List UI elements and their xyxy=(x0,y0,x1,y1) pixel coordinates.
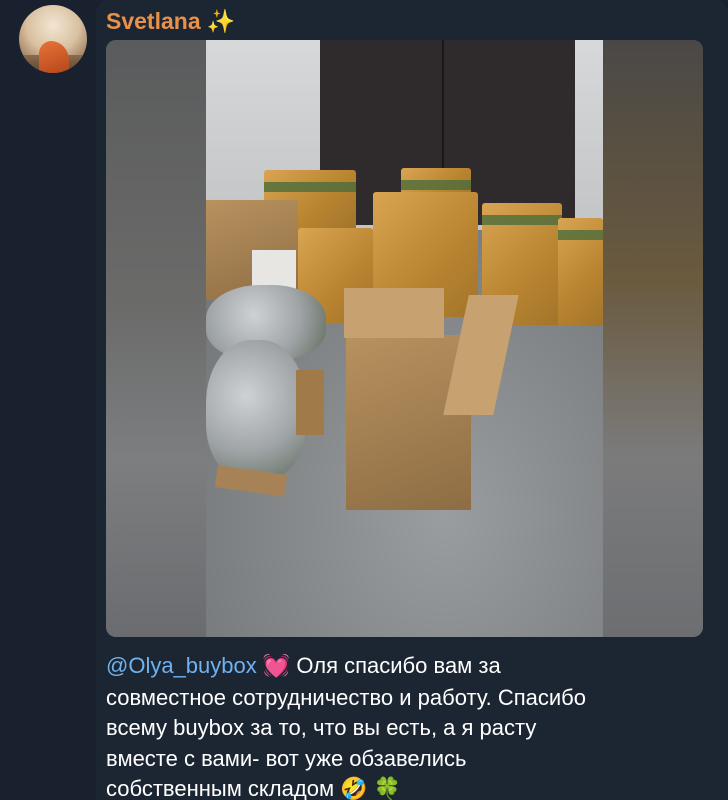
sparkles-icon: ✨ xyxy=(206,9,236,35)
avatar[interactable] xyxy=(19,5,87,73)
clover-icon: 🍀 xyxy=(373,777,402,800)
message-text: @Olya_buybox 💓 Оля спасибо вам за совмес… xyxy=(106,651,706,800)
beating-heart-icon: 💓 xyxy=(262,654,291,679)
message-photo[interactable] xyxy=(106,40,703,637)
photo-bag xyxy=(206,340,306,480)
photo-blur-right xyxy=(603,40,703,637)
message-line-3: всему buybox за то, что вы есть, а я рас… xyxy=(106,715,537,740)
mention-link[interactable]: @Olya_buybox xyxy=(106,653,257,678)
author-name[interactable]: Svetlana ✨ xyxy=(106,8,235,35)
photo-blur-left xyxy=(106,40,206,637)
laughing-icon: 🤣 xyxy=(340,777,368,800)
avatar-figure xyxy=(39,41,69,73)
photo-center-flap xyxy=(344,288,444,338)
message-line-1: Оля спасибо вам за xyxy=(290,653,501,678)
photo-content xyxy=(206,40,603,637)
photo-scrap xyxy=(296,370,324,435)
photo-box xyxy=(558,218,603,326)
message-line-5: собственным складом xyxy=(106,776,341,800)
photo-center-box xyxy=(346,335,471,510)
message-line-4: вместе с вами- вот уже обзавелись xyxy=(106,745,467,771)
author-name-text: Svetlana xyxy=(106,8,201,34)
message-line-2: совместное сотрудничество и работу. Спас… xyxy=(106,684,586,710)
chat-view: Svetlana ✨ @Olya_buybox 💓 Оля спасибо ва… xyxy=(0,0,728,800)
